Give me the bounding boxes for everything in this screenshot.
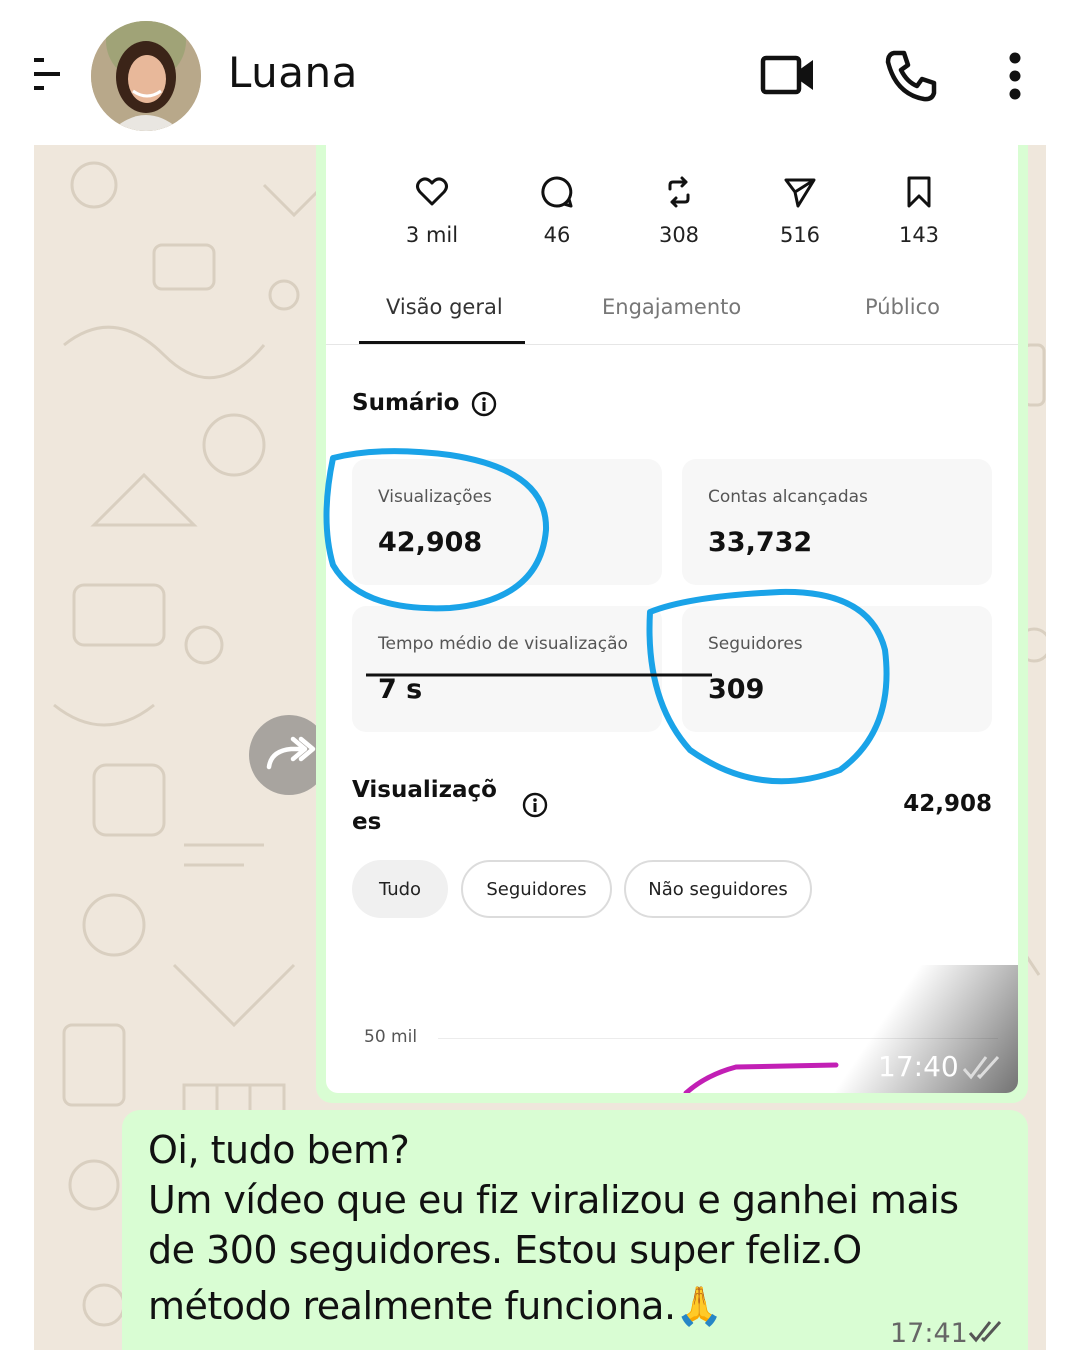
image-timestamp: 17:40 (878, 1050, 959, 1083)
message-line: método realmente funciona.🙏 (148, 1284, 723, 1328)
video-call-icon[interactable] (760, 52, 816, 98)
message-timestamp: 17:41 (890, 1318, 968, 1349)
message-line: de 300 seguidores. Estou super feliz.O (148, 1228, 862, 1272)
contact-name[interactable]: Luana (228, 48, 358, 97)
message-line: Um vídeo que eu fiz viralizou e ganhei m… (148, 1178, 959, 1222)
shared-screenshot[interactable]: 3 mil 46 308 516 143 Visão geral Engajam… (326, 145, 1018, 1093)
chat-header: Luana (0, 0, 1080, 145)
avatar[interactable] (91, 21, 201, 131)
text-message-bubble[interactable]: Oi, tudo bem? Um vídeo que eu fiz virali… (122, 1110, 1028, 1350)
phone-icon[interactable] (882, 48, 938, 104)
double-check-icon (962, 1055, 1000, 1080)
back-arrow-icon[interactable] (30, 52, 62, 96)
message-line: Oi, tudo bem? (148, 1128, 410, 1172)
timestamp-gradient (626, 965, 1018, 1093)
double-check-icon (968, 1321, 1002, 1343)
more-options-icon[interactable] (1000, 50, 1030, 102)
